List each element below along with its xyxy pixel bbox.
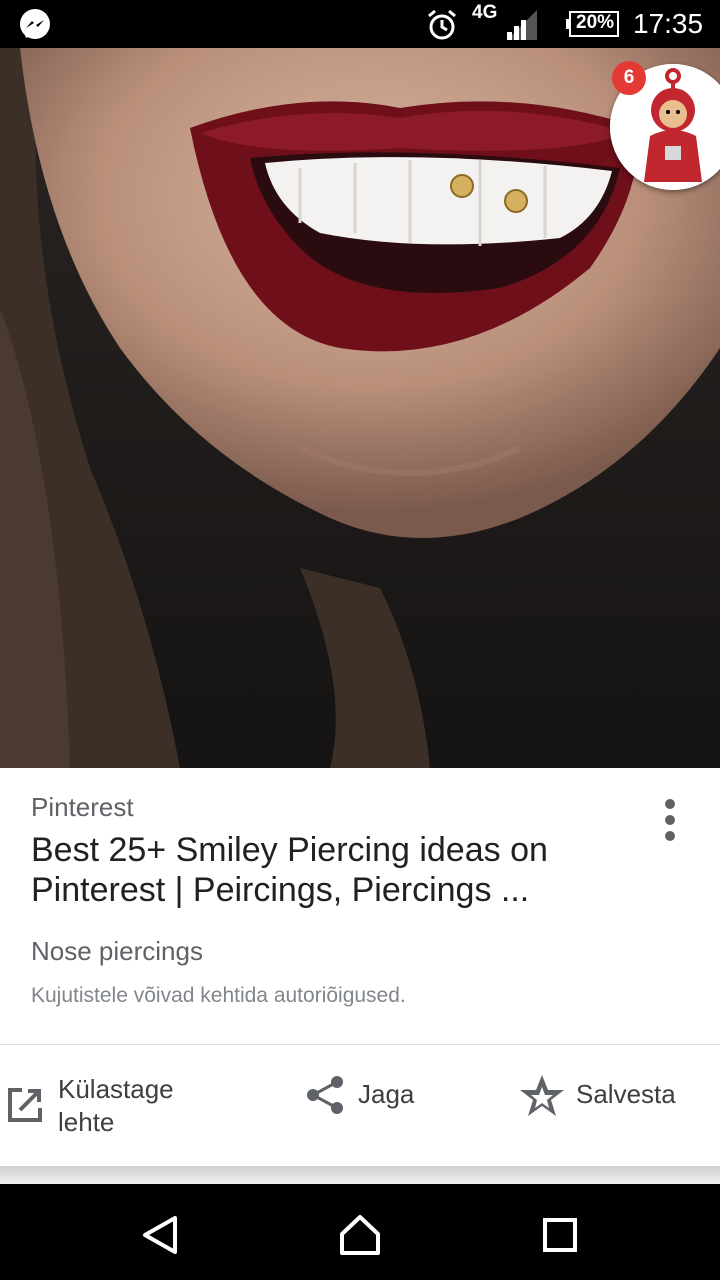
recent-apps-icon[interactable]	[537, 1212, 583, 1258]
share-button[interactable]: Jaga	[300, 1068, 460, 1138]
alarm-icon	[428, 9, 456, 40]
source-label[interactable]: Pinterest	[31, 792, 134, 823]
divider	[0, 1044, 720, 1045]
visit-page-label: Külastage lehte	[58, 1073, 218, 1139]
visit-page-label-line2: lehte	[58, 1107, 115, 1137]
home-icon[interactable]	[337, 1212, 383, 1258]
clock: 17:35	[633, 8, 704, 39]
visit-page-button[interactable]: Külastage lehte	[0, 1068, 220, 1138]
star-icon	[520, 1075, 564, 1116]
copyright-notice: Kujutistele võivad kehtida autoriõigused…	[31, 984, 406, 1007]
result-title[interactable]: Best 25+ Smiley Piercing ideas on Pinter…	[31, 830, 631, 910]
more-options-icon[interactable]	[652, 798, 688, 844]
share-label: Jaga	[358, 1079, 415, 1109]
signal-icon	[507, 10, 537, 40]
navigation-bar	[0, 1184, 720, 1280]
save-button[interactable]: Salvesta	[514, 1068, 714, 1138]
messenger-icon[interactable]	[18, 8, 52, 42]
notification-badge: 6	[612, 61, 646, 95]
result-subtitle: Nose piercings	[31, 936, 203, 966]
back-icon[interactable]	[137, 1212, 183, 1258]
result-card: Pinterest Best 25+ Smiley Piercing ideas…	[0, 768, 720, 1168]
card-bottom-edge	[0, 1166, 720, 1184]
network-type: 4G	[472, 2, 498, 23]
save-label: Salvesta	[576, 1079, 676, 1109]
share-icon	[307, 1076, 343, 1114]
open-external-icon	[8, 1088, 42, 1122]
status-bar: 4G 20% 17:35	[0, 0, 720, 48]
visit-page-label-line1: Külastage	[58, 1074, 174, 1104]
battery-percent: 20%	[576, 12, 615, 33]
